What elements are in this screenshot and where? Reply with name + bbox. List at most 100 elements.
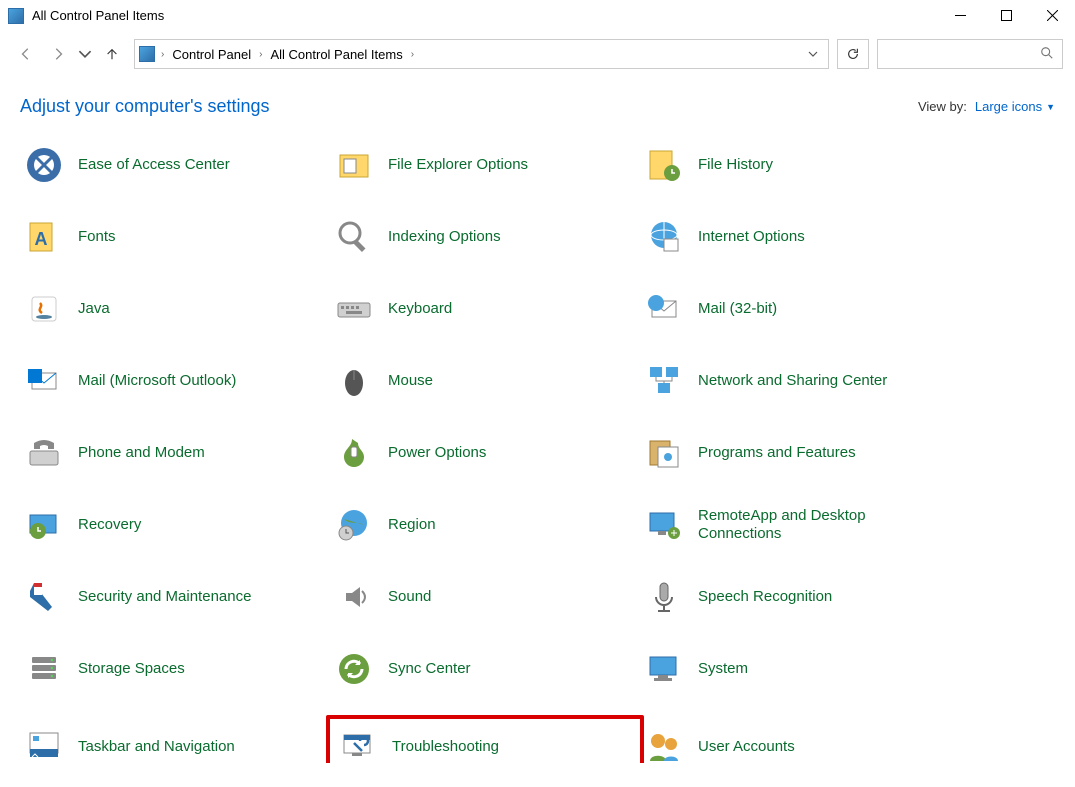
item-label: Recovery xyxy=(78,516,141,534)
item-label: Troubleshooting xyxy=(392,738,499,756)
control-panel-item[interactable]: Storage Spaces xyxy=(20,647,330,691)
recovery-icon xyxy=(24,505,64,545)
item-label: User Accounts xyxy=(698,738,795,756)
control-panel-item[interactable]: File History xyxy=(640,143,950,187)
view-by-dropdown[interactable]: Large icons ▼ xyxy=(975,99,1055,114)
item-label: Mouse xyxy=(388,372,433,390)
taskbar-icon xyxy=(24,727,64,763)
control-panel-item[interactable]: Phone and Modem xyxy=(20,431,330,475)
item-label: File History xyxy=(698,156,773,174)
control-panel-item[interactable]: System xyxy=(640,647,950,691)
remoteapp-icon xyxy=(644,505,684,545)
item-label: Network and Sharing Center xyxy=(698,372,887,390)
svg-text:A: A xyxy=(35,229,48,249)
control-panel-item[interactable]: Speech Recognition xyxy=(640,575,950,619)
control-panel-item[interactable]: Internet Options xyxy=(640,215,950,259)
item-label: Java xyxy=(78,300,110,318)
item-label: Phone and Modem xyxy=(78,444,205,462)
page-title: Adjust your computer's settings xyxy=(20,96,270,117)
chevron-down-icon: ▼ xyxy=(1046,102,1055,112)
troubleshooting-icon xyxy=(338,727,378,763)
item-label: Programs and Features xyxy=(698,444,856,462)
region-icon xyxy=(334,505,374,545)
control-panel-item[interactable]: Java xyxy=(20,287,330,331)
maximize-button[interactable] xyxy=(983,0,1029,32)
ease-access-icon xyxy=(24,145,64,185)
indexing-icon xyxy=(334,217,374,257)
window-title: All Control Panel Items xyxy=(32,8,164,23)
mail32-icon xyxy=(644,289,684,329)
item-label: RemoteApp and Desktop Connections xyxy=(698,507,918,543)
app-icon xyxy=(8,8,24,24)
folder-options-icon xyxy=(334,145,374,185)
forward-button[interactable] xyxy=(44,40,72,68)
location-icon xyxy=(139,46,155,62)
control-panel-item[interactable]: Recovery xyxy=(20,503,330,547)
control-panel-item[interactable]: File Explorer Options xyxy=(330,143,640,187)
item-label: Internet Options xyxy=(698,228,805,246)
storage-icon xyxy=(24,649,64,689)
item-label: System xyxy=(698,660,748,678)
item-label: Ease of Access Center xyxy=(78,156,230,174)
control-panel-item[interactable]: RemoteApp and Desktop Connections xyxy=(640,503,950,547)
chevron-right-icon[interactable]: › xyxy=(159,49,166,60)
history-dropdown[interactable] xyxy=(76,40,94,68)
address-bar[interactable]: › Control Panel › All Control Panel Item… xyxy=(134,39,829,69)
chevron-right-icon[interactable]: › xyxy=(409,49,416,60)
item-label: Fonts xyxy=(78,228,116,246)
back-button[interactable] xyxy=(12,40,40,68)
item-label: Speech Recognition xyxy=(698,588,832,606)
java-icon xyxy=(24,289,64,329)
breadcrumb-item[interactable]: All Control Panel Items xyxy=(264,40,408,68)
control-panel-item[interactable]: User Accounts xyxy=(640,719,950,763)
keyboard-icon xyxy=(334,289,374,329)
control-panel-item[interactable]: Programs and Features xyxy=(640,431,950,475)
sound-icon xyxy=(334,577,374,617)
toolbar: › Control Panel › All Control Panel Item… xyxy=(0,32,1075,76)
mail-outlook-icon xyxy=(24,361,64,401)
control-panel-item[interactable]: Troubleshooting xyxy=(326,715,644,763)
item-label: Keyboard xyxy=(388,300,452,318)
security-icon xyxy=(24,577,64,617)
control-panel-item[interactable]: Keyboard xyxy=(330,287,640,331)
title-bar: All Control Panel Items xyxy=(0,0,1075,32)
fonts-icon: A xyxy=(24,217,64,257)
control-panel-item[interactable]: Mouse xyxy=(330,359,640,403)
internet-options-icon xyxy=(644,217,684,257)
breadcrumb-item[interactable]: Control Panel xyxy=(166,40,257,68)
item-label: File Explorer Options xyxy=(388,156,528,174)
file-history-icon xyxy=(644,145,684,185)
network-icon xyxy=(644,361,684,401)
control-panel-item[interactable]: Taskbar and Navigation xyxy=(20,719,330,763)
item-label: Indexing Options xyxy=(388,228,501,246)
control-panel-item[interactable]: Sound xyxy=(330,575,640,619)
control-panel-item[interactable]: Region xyxy=(330,503,640,547)
phone-modem-icon xyxy=(24,433,64,473)
item-label: Storage Spaces xyxy=(78,660,185,678)
minimize-button[interactable] xyxy=(937,0,983,32)
close-button[interactable] xyxy=(1029,0,1075,32)
control-panel-item[interactable]: Power Options xyxy=(330,431,640,475)
system-icon xyxy=(644,649,684,689)
control-panel-item[interactable]: Mail (32-bit) xyxy=(640,287,950,331)
speech-icon xyxy=(644,577,684,617)
items-scroll-area[interactable]: Ease of Access Center File Explorer Optio… xyxy=(20,143,1055,763)
control-panel-item[interactable]: A Fonts xyxy=(20,215,330,259)
item-label: Security and Maintenance xyxy=(78,588,251,606)
sync-icon xyxy=(334,649,374,689)
chevron-right-icon[interactable]: › xyxy=(257,49,264,60)
refresh-button[interactable] xyxy=(837,39,869,69)
search-input[interactable] xyxy=(877,39,1063,69)
control-panel-item[interactable]: Security and Maintenance xyxy=(20,575,330,619)
control-panel-item[interactable]: Network and Sharing Center xyxy=(640,359,950,403)
programs-icon xyxy=(644,433,684,473)
item-label: Power Options xyxy=(388,444,486,462)
control-panel-item[interactable]: Mail (Microsoft Outlook) xyxy=(20,359,330,403)
control-panel-item[interactable]: Indexing Options xyxy=(330,215,640,259)
content-area: Adjust your computer's settings View by:… xyxy=(0,76,1075,787)
control-panel-item[interactable]: Ease of Access Center xyxy=(20,143,330,187)
address-dropdown[interactable] xyxy=(802,47,824,62)
control-panel-item[interactable]: Sync Center xyxy=(330,647,640,691)
item-label: Region xyxy=(388,516,436,534)
up-button[interactable] xyxy=(98,40,126,68)
